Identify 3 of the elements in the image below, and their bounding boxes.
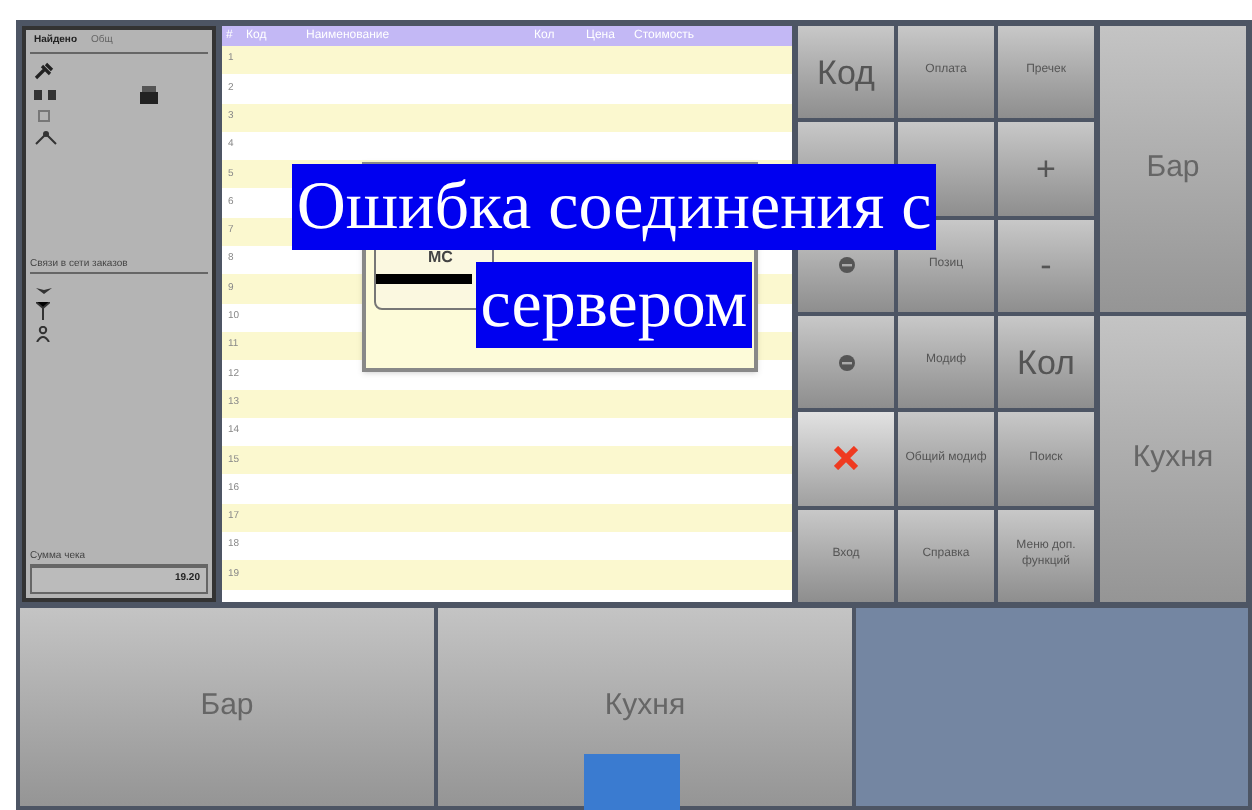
error-toast: сервером (476, 262, 752, 348)
error-toast: Ошибка соединения с (292, 164, 936, 250)
card-label: МС (428, 246, 453, 270)
